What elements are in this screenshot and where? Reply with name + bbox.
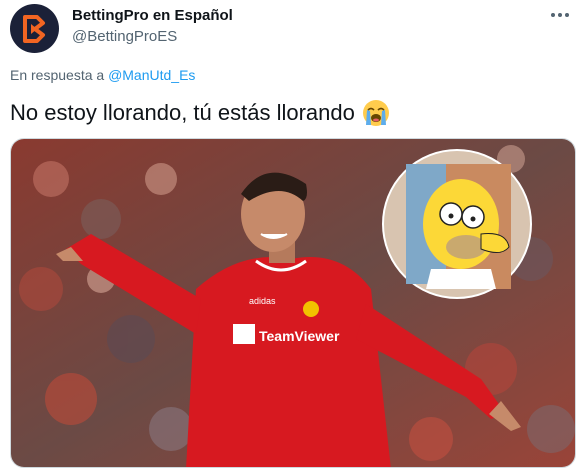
tweet-body: No estoy llorando, tú estás llorando [10, 100, 355, 125]
tweet-image[interactable]: TeamViewer adidas [10, 138, 576, 468]
tweet-text: No estoy llorando, tú estás llorando [10, 98, 391, 128]
tweet-photo: TeamViewer adidas [11, 139, 575, 467]
reply-context: En respuesta a @ManUtd_Es [10, 67, 195, 83]
reply-mention-link[interactable]: @ManUtd_Es [108, 67, 195, 83]
shirt-sponsor-text: TeamViewer [259, 328, 340, 344]
more-options-button[interactable] [545, 2, 575, 28]
more-options-icon [551, 13, 569, 17]
author-name[interactable]: BettingPro en Español [72, 7, 233, 24]
kit-brand-text: adidas [249, 296, 276, 306]
author-avatar[interactable] [10, 4, 59, 53]
player-jersey [186, 257, 391, 467]
author-handle[interactable]: @BettingProES [72, 28, 177, 45]
bettingpro-logo-icon [22, 14, 45, 43]
reply-prefix: En respuesta a [10, 67, 105, 83]
loudly-crying-face-icon [362, 100, 389, 126]
